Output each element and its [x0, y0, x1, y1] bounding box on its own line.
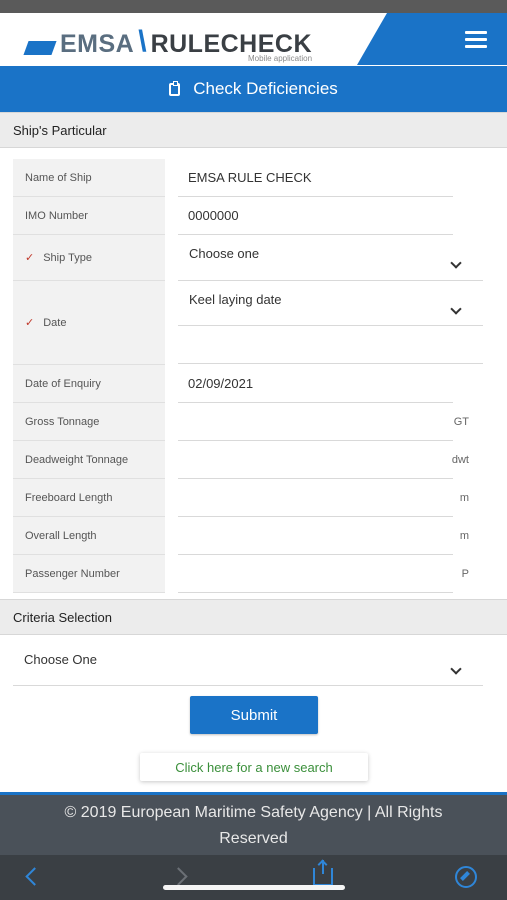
row-imo-number: IMO Number 0000000 [13, 197, 483, 235]
date-label: ✓ Date [13, 281, 165, 365]
row-name-of-ship: Name of Ship EMSA RULE CHECK [13, 159, 483, 197]
gross-tonnage-input[interactable] [178, 403, 453, 441]
date-of-enquiry-label: Date of Enquiry [13, 365, 165, 403]
ship-type-value: Choose one [189, 246, 260, 261]
row-ship-type: ✓ Ship Type Choose one [13, 235, 483, 281]
ship-type-select[interactable]: Choose one [178, 235, 483, 281]
name-of-ship-input[interactable]: EMSA RULE CHECK [178, 159, 453, 197]
clipboard-icon [169, 80, 181, 96]
imo-number-label: IMO Number [13, 197, 165, 235]
date-input[interactable] [178, 326, 483, 364]
footer-copyright-line1: © 2019 European Maritime Safety Agency |… [64, 804, 443, 821]
row-overall-length: Overall Length m [13, 517, 483, 555]
logo-slash-icon: \ [138, 25, 147, 58]
browser-toolbar [0, 855, 507, 900]
chevron-down-icon [450, 303, 462, 315]
freeboard-length-unit: m [459, 492, 469, 504]
row-gross-tonnage: Gross Tonnage GT [13, 403, 483, 441]
logo-emsa-text: EMSA [60, 30, 135, 58]
passenger-number-label: Passenger Number [13, 555, 165, 593]
row-date: ✓ Date Keel laying date [13, 281, 483, 365]
row-freeboard-length: Freeboard Length m [13, 479, 483, 517]
home-indicator[interactable] [163, 885, 345, 890]
passenger-number-unit: P [461, 568, 469, 580]
share-icon[interactable] [313, 860, 333, 886]
footer: © 2019 European Maritime Safety Agency |… [0, 792, 507, 855]
freeboard-length-label: Freeboard Length [13, 479, 165, 517]
menu-icon[interactable] [465, 31, 487, 52]
logo-subtitle: Mobile application [247, 54, 313, 63]
deadweight-tonnage-label: Deadweight Tonnage [13, 441, 165, 479]
date-type-value: Keel laying date [189, 292, 282, 307]
status-bar [0, 0, 507, 13]
emsa-logo: EMSA \ RULECHECK Mobile application [23, 25, 312, 63]
submit-button[interactable]: Submit [190, 696, 318, 734]
date-label-text: Date [43, 316, 67, 329]
overall-length-unit: m [459, 530, 469, 542]
imo-number-input[interactable]: 0000000 [178, 197, 453, 235]
freeboard-length-input[interactable] [178, 479, 453, 517]
page-title: Check Deficiencies [193, 79, 338, 98]
gross-tonnage-label: Gross Tonnage [13, 403, 165, 441]
overall-length-input[interactable] [178, 517, 453, 555]
deadweight-tonnage-input[interactable] [178, 441, 453, 479]
logo-mark-icon [23, 41, 57, 55]
criteria-value: Choose One [24, 652, 97, 667]
date-type-select[interactable]: Keel laying date [178, 281, 483, 326]
overall-length-label: Overall Length [13, 517, 165, 555]
ship-type-label: ✓ Ship Type [13, 235, 165, 281]
criteria-selection-heading: Criteria Selection [0, 599, 507, 635]
date-of-enquiry-input[interactable]: 02/09/2021 [178, 365, 453, 403]
ship-type-label-text: Ship Type [43, 251, 92, 264]
deadweight-tonnage-unit: dwt [451, 454, 469, 466]
page-title-bar: Check Deficiencies [0, 66, 507, 112]
gross-tonnage-unit: GT [453, 416, 469, 428]
required-check-icon: ✓ [25, 317, 35, 329]
name-of-ship-label: Name of Ship [13, 159, 165, 197]
new-search-link[interactable]: Click here for a new search [140, 753, 368, 781]
chevron-down-icon [450, 257, 462, 269]
ships-particular-heading: Ship's Particular [0, 112, 507, 148]
row-deadweight-tonnage: Deadweight Tonnage dwt [13, 441, 483, 479]
chevron-down-icon [450, 663, 462, 675]
required-check-icon: ✓ [25, 252, 35, 264]
app-header: EMSA \ RULECHECK Mobile application [0, 13, 507, 65]
criteria-select[interactable]: Choose One [13, 640, 483, 686]
passenger-number-input[interactable] [178, 555, 453, 593]
row-passenger-number: Passenger Number P [13, 555, 483, 593]
footer-copyright-line2: Reserved [219, 830, 288, 847]
compass-icon[interactable] [455, 866, 477, 888]
row-date-of-enquiry: Date of Enquiry 02/09/2021 [13, 365, 483, 403]
